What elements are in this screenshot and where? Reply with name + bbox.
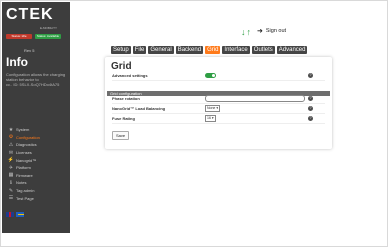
- star-icon: ★: [8, 126, 14, 133]
- phase-rotation-row: Phase rotation ?: [112, 94, 325, 104]
- platform-icon: ✈: [8, 164, 14, 171]
- sidebar-nav: ★ System ⚙ Configuration ⚠ Diagnostics ✉…: [6, 126, 70, 202]
- gear-icon: ⚙: [8, 134, 14, 141]
- sidebar-item-label: Diagnostics: [16, 142, 37, 148]
- sidebar-item-notes[interactable]: ℹ Notes: [6, 179, 70, 187]
- sidebar-item-label: Firmware: [16, 172, 33, 178]
- sidebar-item-firmware[interactable]: ▦ Firmware: [6, 172, 70, 180]
- licenses-icon: ✉: [8, 149, 14, 156]
- revision-text: Rev 5: [24, 48, 35, 53]
- info-description: Configuration allows the charging statio…: [6, 72, 66, 82]
- flag-se-icon[interactable]: [16, 212, 24, 217]
- sidebar-item-test-page[interactable]: ☰ Test Page: [6, 194, 70, 202]
- sidebar-item-label: Notes: [16, 180, 27, 186]
- load-balancing-select[interactable]: None ▾: [205, 105, 221, 112]
- sign-out-icon: ➜: [257, 28, 263, 35]
- sidebar-item-label: Test Page: [16, 195, 34, 201]
- topbar: ↓ ↑ ➜ Sign out: [241, 26, 286, 37]
- info-title: Info: [6, 55, 28, 69]
- fuse-rating-select[interactable]: 16 ▾: [205, 115, 216, 122]
- status-badge-2: Status: Available: [35, 34, 61, 39]
- info-text: Configuration allows the charging statio…: [6, 72, 66, 87]
- sign-out-label: Sign out: [265, 28, 287, 34]
- sidebar-item-label: Tag admin: [16, 188, 35, 194]
- tab-interface[interactable]: Interface: [222, 46, 250, 54]
- notes-icon: ℹ: [10, 179, 12, 186]
- language-flags: [6, 212, 24, 217]
- sidebar-item-system[interactable]: ★ System: [6, 126, 70, 134]
- help-icon[interactable]: ?: [308, 116, 313, 121]
- sidebar-item-tag-admin[interactable]: ✎ Tag admin: [6, 187, 70, 195]
- logo-subtitle: E-MOBILITY: [40, 26, 58, 30]
- status-badge-1: Status: Idle: [6, 34, 32, 39]
- tab-file[interactable]: File: [132, 46, 147, 54]
- sidebar-item-platform[interactable]: ✈ Platform: [6, 164, 70, 172]
- advanced-settings-label: Advanced settings: [112, 73, 148, 78]
- sidebar: CTEK E-MOBILITY Status: Idle Status: Ava…: [2, 2, 70, 233]
- fuse-rating-label: Fuse Rating: [112, 116, 135, 121]
- firmware-icon: ▦: [8, 172, 14, 179]
- help-icon[interactable]: ?: [308, 106, 313, 111]
- tab-advanced[interactable]: Advanced: [276, 46, 308, 54]
- help-icon[interactable]: ?: [308, 73, 313, 78]
- save-button[interactable]: Save: [112, 131, 129, 140]
- grid-panel: Grid Advanced settings ? Grid configurat…: [105, 57, 332, 149]
- info-id: cc.. ID: 5SLX-SoQ7HDo4tA75: [6, 82, 60, 87]
- flag-uk-icon[interactable]: [6, 212, 14, 217]
- sidebar-item-label: Configuration: [16, 134, 40, 140]
- test-page-icon: ☰: [8, 195, 14, 202]
- sidebar-item-nanogrid[interactable]: ⚡ Nanogrid™: [6, 156, 70, 164]
- status-indicators: Status: Idle Status: Available: [6, 34, 61, 39]
- sidebar-item-licenses[interactable]: ✉ Licenses: [6, 149, 70, 157]
- fuse-rating-row: Fuse Rating 16 ▾ ?: [112, 114, 325, 124]
- advanced-settings-toggle[interactable]: [205, 73, 216, 78]
- sidebar-item-label: Licenses: [16, 150, 32, 156]
- load-balancing-label: NanoGrid™ Load Balancing: [112, 106, 166, 111]
- advanced-settings-row: Advanced settings ?: [112, 71, 325, 81]
- tab-backend[interactable]: Backend: [175, 46, 204, 54]
- tab-grid[interactable]: Grid: [205, 46, 221, 54]
- load-balancing-row: NanoGrid™ Load Balancing None ▾ ?: [112, 104, 325, 114]
- sidebar-item-label: Nanogrid™: [16, 157, 37, 163]
- sidebar-item-label: Platform: [16, 165, 31, 171]
- sidebar-item-configuration[interactable]: ⚙ Configuration: [6, 134, 70, 142]
- help-icon[interactable]: ?: [308, 96, 313, 101]
- tab-setup[interactable]: Setup: [111, 46, 131, 54]
- app-frame: CTEK E-MOBILITY Status: Idle Status: Ava…: [0, 0, 388, 247]
- tag-icon: ✎: [8, 187, 14, 194]
- diagnostics-icon: ⚠: [8, 141, 14, 148]
- tab-general[interactable]: General: [148, 46, 174, 54]
- tab-outlets[interactable]: Outlets: [251, 46, 275, 54]
- sign-out-button[interactable]: ➜ Sign out: [257, 27, 286, 35]
- transfer-arrows-icon: ↓ ↑: [241, 27, 251, 37]
- ctek-logo: CTEK: [6, 6, 54, 23]
- sidebar-item-label: System: [16, 127, 30, 133]
- config-tabs: Setup File General Backend Grid Interfac…: [111, 46, 308, 54]
- phase-rotation-input[interactable]: [205, 95, 305, 102]
- phase-rotation-label: Phase rotation: [112, 96, 140, 101]
- nanogrid-icon: ⚡: [7, 157, 15, 164]
- sidebar-item-diagnostics[interactable]: ⚠ Diagnostics: [6, 141, 70, 149]
